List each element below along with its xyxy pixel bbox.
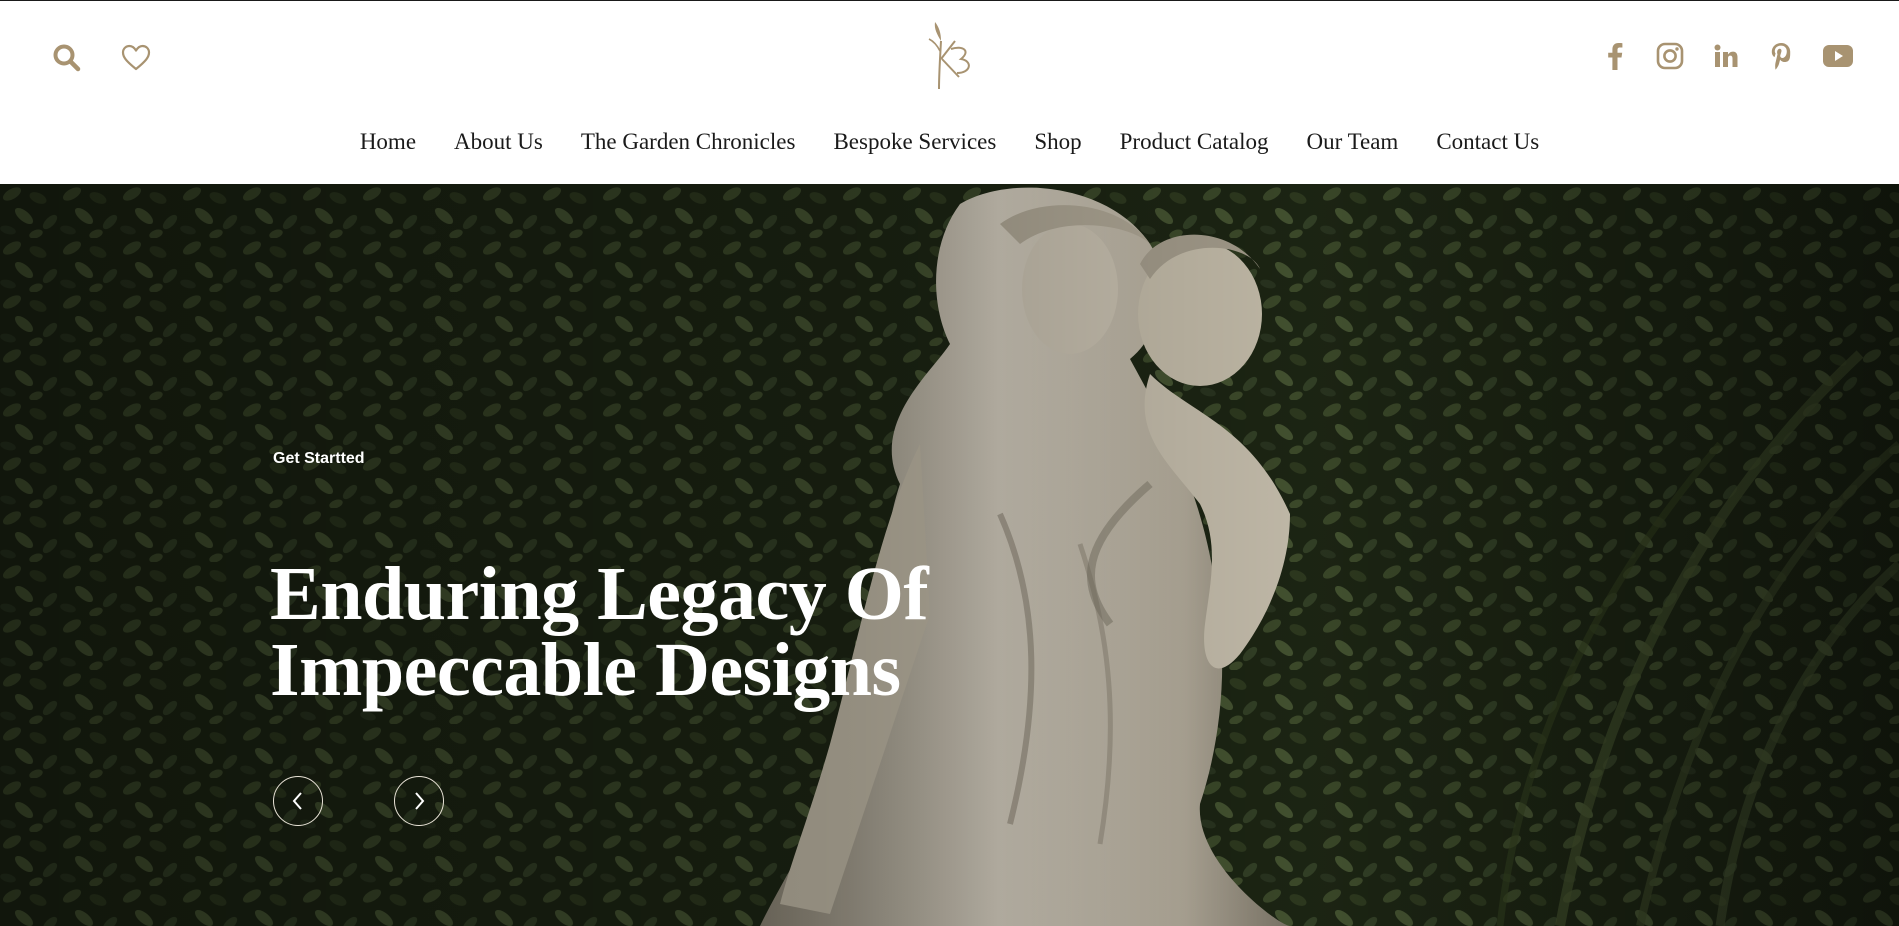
hero-headline: Enduring Legacy Of Impeccable Designs — [270, 556, 970, 708]
hero-eyebrow-link[interactable]: Get Startted — [273, 450, 365, 468]
pinterest-icon[interactable] — [1766, 41, 1796, 71]
nav-item-garden-chronicles[interactable]: The Garden Chronicles — [562, 129, 815, 155]
chevron-right-icon — [415, 792, 425, 810]
nav-item-product-catalog[interactable]: Product Catalog — [1101, 129, 1288, 155]
heart-icon[interactable] — [119, 41, 153, 75]
instagram-icon[interactable] — [1655, 41, 1685, 71]
facebook-icon[interactable] — [1600, 41, 1630, 71]
slider-prev-button[interactable] — [273, 776, 323, 826]
youtube-icon[interactable] — [1822, 41, 1854, 71]
nav-item-shop[interactable]: Shop — [1015, 129, 1100, 155]
nav-item-about-us[interactable]: About Us — [435, 129, 562, 155]
nav-item-our-team[interactable]: Our Team — [1287, 129, 1417, 155]
nav-item-bespoke-services[interactable]: Bespoke Services — [814, 129, 1015, 155]
hero-slider: Get Startted Enduring Legacy Of Impeccab… — [0, 184, 1899, 926]
nav-item-contact-us[interactable]: Contact Us — [1417, 129, 1558, 155]
brand-logo[interactable] — [915, 19, 985, 91]
chevron-left-icon — [292, 792, 302, 810]
site-header: Home About Us The Garden Chronicles Besp… — [0, 0, 1899, 184]
hero-headline-line-2: Impeccable Designs — [270, 628, 901, 712]
slider-next-button[interactable] — [394, 776, 444, 826]
main-navigation: Home About Us The Garden Chronicles Besp… — [0, 119, 1899, 165]
search-icon[interactable] — [50, 41, 84, 75]
nav-item-home[interactable]: Home — [341, 129, 435, 155]
linkedin-icon[interactable] — [1711, 41, 1741, 71]
hero-headline-line-1: Enduring Legacy Of — [270, 552, 929, 636]
